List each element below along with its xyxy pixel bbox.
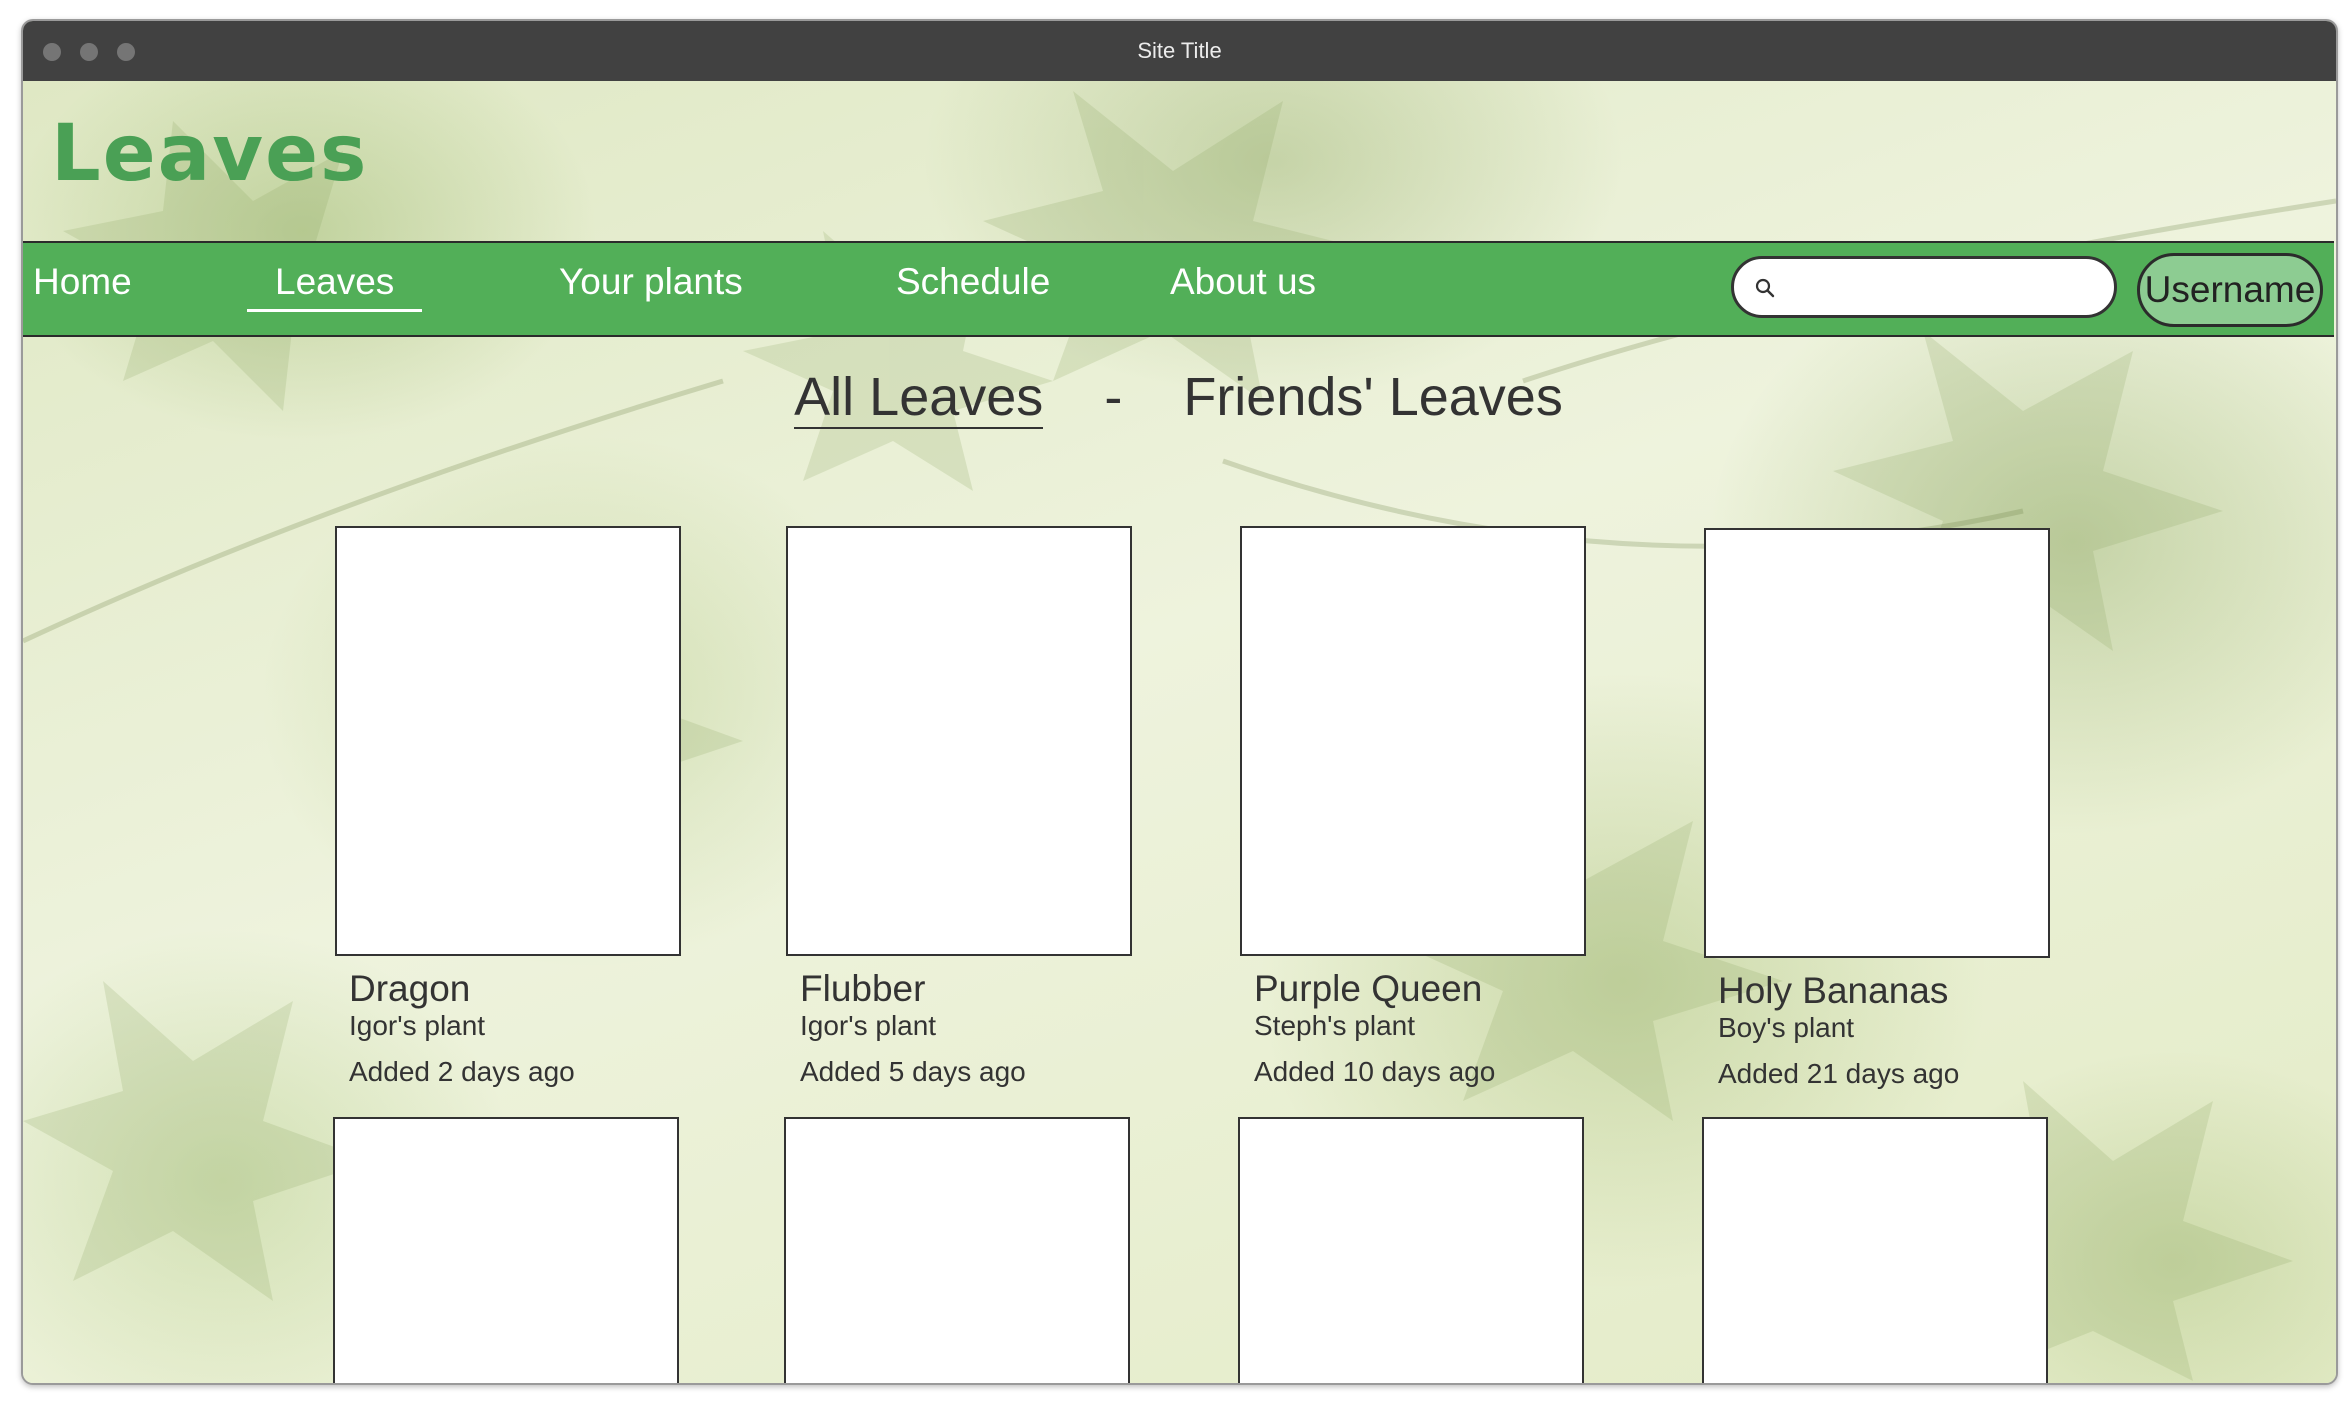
tab-all-leaves[interactable]: All Leaves [794,367,1044,430]
plant-card[interactable]: Purple Queen Steph's plant Added 10 days… [1240,526,1586,1088]
plant-card[interactable]: Holy Bananas Boy's plant Added 21 days a… [1704,528,2050,1090]
plant-added-date: Added 2 days ago [349,1056,575,1087]
plant-owner: Steph's plant [1254,1010,1416,1041]
plant-owner: Igor's plant [800,1010,937,1041]
plant-name: Holy Bananas [1718,970,1949,1011]
search-input[interactable] [1731,256,2117,318]
leaves-filter: All Leaves - Friends' Leaves [23,366,2334,430]
page-content: Leaves Home Leaves Your plants Schedule … [23,81,2336,1383]
nav-schedule[interactable]: Schedule [896,261,1050,303]
username-button[interactable]: Username [2137,253,2323,327]
close-window-button[interactable] [43,43,61,61]
maximize-window-button[interactable] [117,43,135,61]
nav-leaves[interactable]: Leaves [247,261,423,312]
main-navbar: Home Leaves Your plants Schedule About u… [23,241,2334,337]
plant-image[interactable] [1238,1117,1584,1383]
plant-added-date: Added 21 days ago [1718,1058,1960,1089]
plant-image[interactable] [1704,528,2050,958]
plant-image[interactable] [1240,526,1586,956]
nav-about-us[interactable]: About us [1170,261,1316,303]
minimize-window-button[interactable] [80,43,98,61]
window-title: Site Title [1137,38,1222,63]
browser-window: Site Title Leaves Home Leaves Your plant… [21,19,2338,1385]
nav-home[interactable]: Home [33,261,132,303]
plant-image[interactable] [1702,1117,2048,1383]
plant-image[interactable] [333,1117,679,1383]
plant-owner: Igor's plant [349,1010,486,1041]
plant-name: Dragon [349,968,471,1009]
search-icon [1754,277,1776,304]
plant-card[interactable]: Flubber Igor's plant Added 5 days ago [786,526,1132,1088]
plant-card[interactable]: Dragon Igor's plant Added 2 days ago [335,526,681,1088]
plant-image[interactable] [784,1117,1130,1383]
plant-image[interactable] [786,526,1132,956]
window-controls [43,43,135,61]
plant-name: Flubber [800,968,926,1009]
tab-friends-leaves[interactable]: Friends' Leaves [1183,366,1563,428]
plant-added-date: Added 10 days ago [1254,1056,1496,1087]
title-bar: Site Title [23,21,2336,81]
plant-name: Purple Queen [1254,968,1483,1009]
filter-separator: - [1104,367,1123,427]
plant-added-date: Added 5 days ago [800,1056,1026,1087]
site-logo[interactable]: Leaves [51,109,368,199]
plant-owner: Boy's plant [1718,1012,1855,1043]
plant-image[interactable] [335,526,681,956]
nav-your-plants[interactable]: Your plants [559,261,743,303]
